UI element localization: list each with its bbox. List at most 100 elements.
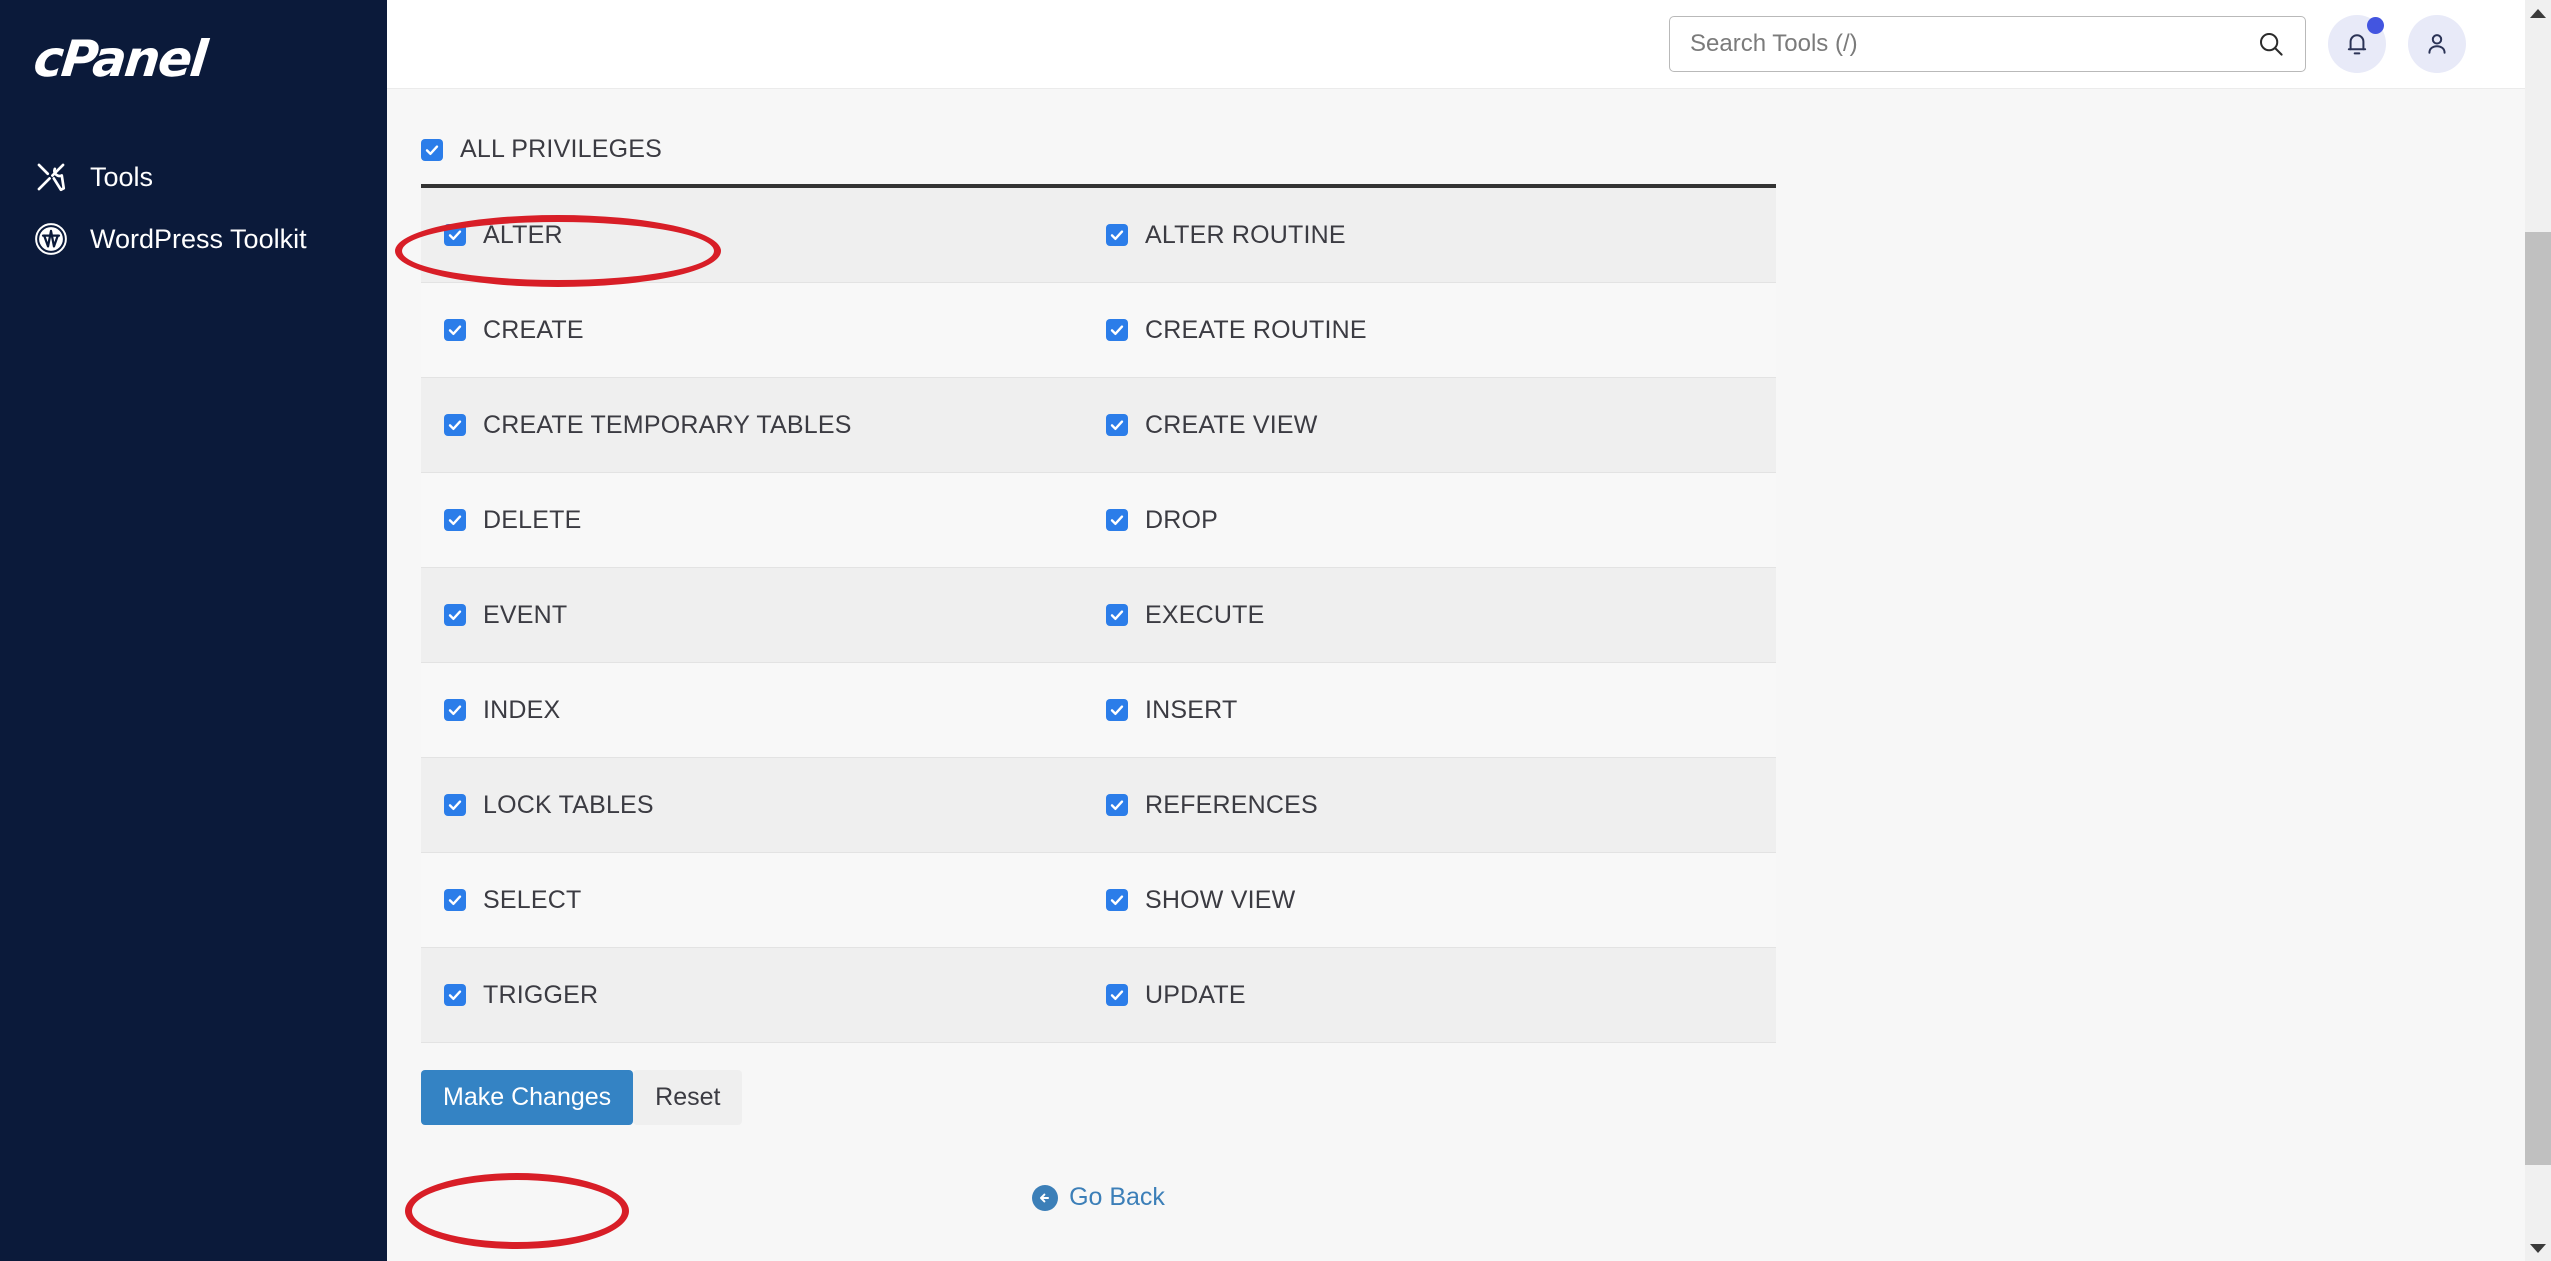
- privilege-cell: CREATE: [421, 315, 1083, 344]
- table-row: TRIGGER UPDATE: [421, 948, 1776, 1043]
- all-privileges-label: ALL PRIVILEGES: [460, 135, 662, 163]
- go-back-wrap: Go Back: [421, 1183, 1776, 1212]
- privilege-label: INDEX: [483, 695, 561, 724]
- privilege-checkbox[interactable]: [1106, 414, 1128, 436]
- form-actions: Make Changes Reset: [421, 1070, 2551, 1125]
- sidebar-item-label: WordPress Toolkit: [90, 223, 307, 254]
- triangle-down-icon: [2530, 1243, 2546, 1253]
- privilege-label: UPDATE: [1145, 980, 1246, 1009]
- all-privileges-row: ALL PRIVILEGES: [387, 89, 2551, 184]
- privilege-cell: CREATE TEMPORARY TABLES: [421, 410, 1083, 439]
- triangle-up-icon: [2530, 8, 2546, 18]
- privilege-label: CREATE TEMPORARY TABLES: [483, 410, 852, 439]
- table-row: DELETE DROP: [421, 473, 1776, 568]
- privilege-checkbox[interactable]: [1106, 984, 1128, 1006]
- privilege-checkbox[interactable]: [444, 604, 466, 626]
- privilege-checkbox[interactable]: [1106, 794, 1128, 816]
- sidebar-item-tools[interactable]: Tools: [0, 146, 387, 208]
- privilege-label: REFERENCES: [1145, 790, 1318, 819]
- cpanel-page: cPanel Tools WordPress Toolkit Search To…: [0, 0, 2551, 1261]
- privilege-label: SHOW VIEW: [1145, 885, 1296, 914]
- privilege-cell: TRIGGER: [421, 980, 1083, 1009]
- privilege-label: EVENT: [483, 600, 568, 629]
- reset-button[interactable]: Reset: [633, 1070, 743, 1125]
- scrollbar-up-arrow[interactable]: [2525, 0, 2551, 26]
- privilege-cell: CREATE VIEW: [1083, 410, 1776, 439]
- search-icon[interactable]: [2255, 28, 2287, 60]
- privilege-cell: CREATE ROUTINE: [1083, 315, 1776, 344]
- search-input[interactable]: [1690, 30, 2255, 58]
- account-button[interactable]: [2408, 15, 2466, 73]
- privilege-checkbox[interactable]: [1106, 889, 1128, 911]
- vertical-scrollbar[interactable]: [2525, 0, 2551, 1261]
- privilege-cell: DROP: [1083, 505, 1776, 534]
- privilege-cell: SELECT: [421, 885, 1083, 914]
- privilege-checkbox[interactable]: [444, 509, 466, 531]
- privilege-cell: EXECUTE: [1083, 600, 1776, 629]
- notifications-button[interactable]: [2328, 15, 2386, 73]
- privilege-checkbox[interactable]: [1106, 604, 1128, 626]
- sidebar-item-label: Tools: [90, 161, 154, 192]
- privilege-label: DELETE: [483, 505, 582, 534]
- privilege-checkbox[interactable]: [444, 889, 466, 911]
- sidebar: cPanel Tools WordPress Toolkit: [0, 0, 387, 1261]
- privilege-cell: DELETE: [421, 505, 1083, 534]
- search-box[interactable]: [1669, 16, 2306, 72]
- privilege-cell: ALTER ROUTINE: [1083, 220, 1776, 249]
- brand-logo-text: cPanel: [30, 30, 209, 88]
- brand-logo[interactable]: cPanel: [0, 0, 387, 118]
- privilege-label: EXECUTE: [1145, 600, 1265, 629]
- make-changes-button[interactable]: Make Changes: [421, 1070, 634, 1125]
- privilege-checkbox[interactable]: [444, 224, 466, 246]
- table-row: LOCK TABLES REFERENCES: [421, 758, 1776, 853]
- privilege-label: CREATE ROUTINE: [1145, 315, 1367, 344]
- scrollbar-down-arrow[interactable]: [2525, 1235, 2551, 1261]
- privilege-label: INSERT: [1145, 695, 1238, 724]
- privilege-cell: INSERT: [1083, 695, 1776, 724]
- privilege-checkbox[interactable]: [444, 984, 466, 1006]
- privilege-label: DROP: [1145, 505, 1219, 534]
- privilege-label: LOCK TABLES: [483, 790, 654, 819]
- tools-icon: [34, 160, 68, 194]
- privilege-label: CREATE: [483, 315, 584, 344]
- privilege-checkbox[interactable]: [1106, 699, 1128, 721]
- arrow-left-circle-icon: [1032, 1184, 1059, 1211]
- privileges-table: ALTER ALTER ROUTINE CREATE CREATE ROUTINE CR…: [421, 184, 1776, 1043]
- privilege-label: SELECT: [483, 885, 582, 914]
- privilege-label: TRIGGER: [483, 980, 599, 1009]
- privilege-checkbox[interactable]: [444, 319, 466, 341]
- privilege-cell: LOCK TABLES: [421, 790, 1083, 819]
- privilege-cell: UPDATE: [1083, 980, 1776, 1009]
- go-back-label: Go Back: [1069, 1183, 1165, 1211]
- privilege-checkbox[interactable]: [444, 414, 466, 436]
- main-area: ALL PRIVILEGES ALTERALTER ROUTINECREATEC…: [387, 0, 2551, 1261]
- all-privileges-checkbox[interactable]: [421, 138, 443, 161]
- table-row: CREATE CREATE ROUTINE: [421, 283, 1776, 378]
- privilege-checkbox[interactable]: [1106, 319, 1128, 341]
- privilege-label: ALTER: [483, 220, 563, 249]
- privilege-label: CREATE VIEW: [1145, 410, 1318, 439]
- privilege-checkbox[interactable]: [1106, 224, 1128, 246]
- privilege-cell: REFERENCES: [1083, 790, 1776, 819]
- topbar: [387, 0, 2551, 89]
- wordpress-icon: [34, 222, 68, 256]
- privileges-content: ALL PRIVILEGES ALTER ALTER ROUTINE CREATE C…: [387, 89, 2551, 1261]
- go-back-link[interactable]: Go Back: [1032, 1183, 1165, 1212]
- notification-badge: [2367, 17, 2384, 34]
- privilege-checkbox[interactable]: [444, 699, 466, 721]
- table-row: EVENT EXECUTE: [421, 568, 1776, 663]
- table-row: INDEX INSERT: [421, 663, 1776, 758]
- table-row: ALTER ALTER ROUTINE: [421, 188, 1776, 283]
- privilege-checkbox[interactable]: [1106, 509, 1128, 531]
- privilege-checkbox[interactable]: [444, 794, 466, 816]
- table-row: CREATE TEMPORARY TABLES CREATE VIEW: [421, 378, 1776, 473]
- table-row: SELECT SHOW VIEW: [421, 853, 1776, 948]
- privilege-label: ALTER ROUTINE: [1145, 220, 1346, 249]
- privilege-cell: EVENT: [421, 600, 1083, 629]
- privilege-cell: ALTER: [421, 220, 1083, 249]
- sidebar-nav: Tools WordPress Toolkit: [0, 146, 387, 270]
- sidebar-item-wordpress-toolkit[interactable]: WordPress Toolkit: [0, 208, 387, 270]
- scrollbar-thumb[interactable]: [2525, 232, 2551, 1165]
- privilege-cell: SHOW VIEW: [1083, 885, 1776, 914]
- privilege-cell: INDEX: [421, 695, 1083, 724]
